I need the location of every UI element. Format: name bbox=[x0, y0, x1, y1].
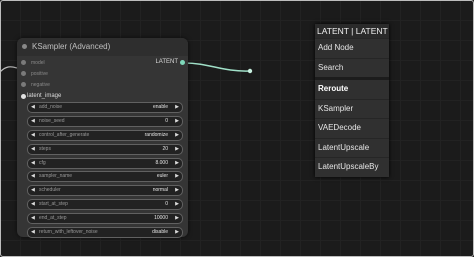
widget-value: euler bbox=[156, 173, 168, 180]
widget-steps[interactable]: ◀ steps 20 ▶ bbox=[27, 143, 183, 155]
widget-value: disable bbox=[152, 229, 168, 236]
widget-name: return_with_leftover_noise bbox=[39, 229, 98, 236]
collapse-dot-icon[interactable] bbox=[22, 44, 27, 49]
slot-label: negative bbox=[31, 82, 50, 88]
widget-value: 0 bbox=[165, 201, 168, 208]
widget-name: cfg bbox=[39, 159, 46, 166]
arrow-right-icon[interactable]: ▶ bbox=[175, 103, 179, 112]
arrow-left-icon[interactable]: ◀ bbox=[31, 228, 35, 237]
widget-scheduler[interactable]: ◀ scheduler normal ▶ bbox=[27, 185, 183, 197]
slot-dot-icon[interactable] bbox=[21, 60, 26, 65]
slot-dot-icon[interactable] bbox=[21, 71, 26, 76]
widget-control-after-generate[interactable]: ◀ control_after_generate randomize ▶ bbox=[27, 129, 183, 141]
menu-item-ksampler[interactable]: KSampler bbox=[315, 98, 389, 118]
arrow-right-icon[interactable]: ▶ bbox=[175, 200, 179, 209]
widget-start-at-step[interactable]: ◀ start_at_step 0 ▶ bbox=[27, 199, 183, 211]
input-wire-stub bbox=[0, 66, 18, 73]
widget-cfg[interactable]: ◀ cfg 8.000 ▶ bbox=[27, 157, 183, 169]
menu-item-search[interactable]: Search bbox=[315, 57, 389, 77]
widget-return-with-leftover-noise[interactable]: ◀ return_with_leftover_noise disable ▶ bbox=[27, 227, 183, 239]
menu-item-latentupscaleby[interactable]: LatentUpscaleBy bbox=[315, 157, 389, 177]
widget-value: 10000 bbox=[154, 215, 168, 222]
widget-name: steps bbox=[39, 145, 51, 152]
slot-label: model bbox=[31, 60, 45, 66]
widget-value: normal bbox=[152, 187, 168, 194]
widget-name: start_at_step bbox=[39, 201, 68, 208]
arrow-left-icon[interactable]: ◀ bbox=[31, 117, 35, 126]
arrow-right-icon[interactable]: ▶ bbox=[175, 117, 179, 126]
menu-item-vaedecode[interactable]: VAEDecode bbox=[315, 118, 389, 138]
arrow-left-icon[interactable]: ◀ bbox=[31, 200, 35, 209]
arrow-right-icon[interactable]: ▶ bbox=[175, 186, 179, 195]
arrow-right-icon[interactable]: ▶ bbox=[175, 131, 179, 140]
arrow-right-icon[interactable]: ▶ bbox=[175, 172, 179, 181]
arrow-left-icon[interactable]: ◀ bbox=[31, 103, 35, 112]
input-slot-positive[interactable]: positive bbox=[21, 71, 48, 77]
arrow-left-icon[interactable]: ◀ bbox=[31, 159, 35, 168]
arrow-left-icon[interactable]: ◀ bbox=[31, 214, 35, 223]
arrow-right-icon[interactable]: ▶ bbox=[175, 214, 179, 223]
slot-label: positive bbox=[31, 71, 48, 77]
output-slot-dot-icon[interactable] bbox=[180, 60, 185, 65]
arrow-left-icon[interactable]: ◀ bbox=[31, 186, 35, 195]
arrow-right-icon[interactable]: ▶ bbox=[175, 159, 179, 168]
node-title: KSampler (Advanced) bbox=[32, 42, 111, 51]
widget-end-at-step[interactable]: ◀ end_at_step 10000 ▶ bbox=[27, 213, 183, 225]
widget-noise-seed[interactable]: ◀ noise_seed 0 ▶ bbox=[27, 115, 183, 127]
widget-value: 0 bbox=[165, 117, 168, 124]
widget-value: enable bbox=[152, 104, 168, 110]
arrow-right-icon[interactable]: ▶ bbox=[175, 228, 179, 237]
widget-name: end_at_step bbox=[39, 215, 67, 222]
arrow-left-icon[interactable]: ◀ bbox=[31, 145, 35, 154]
latent-wire[interactable] bbox=[183, 62, 251, 72]
widget-name: add_noise bbox=[39, 104, 63, 110]
widget-name: scheduler bbox=[39, 187, 61, 194]
widget-name: control_after_generate bbox=[39, 131, 90, 138]
ksampler-advanced-node[interactable]: KSampler (Advanced) model positive negat… bbox=[17, 38, 188, 239]
widget-value: 20 bbox=[162, 145, 168, 152]
input-slot-latent-image[interactable]: latent_image bbox=[21, 93, 62, 99]
arrow-left-icon[interactable]: ◀ bbox=[31, 131, 35, 140]
widget-list: ◀ add_noise enable ▶ ◀ noise_seed 0 ▶ ◀ … bbox=[27, 102, 183, 241]
arrow-right-icon[interactable]: ▶ bbox=[175, 145, 179, 154]
slot-dot-icon[interactable] bbox=[21, 94, 26, 99]
node-title-bar[interactable]: KSampler (Advanced) bbox=[17, 38, 188, 56]
slot-dot-icon[interactable] bbox=[21, 82, 26, 87]
menu-item-add-node[interactable]: Add Node bbox=[315, 38, 389, 58]
wire-end-point[interactable] bbox=[247, 68, 253, 74]
widget-name: noise_seed bbox=[39, 117, 65, 124]
output-label-latent: LATENT bbox=[155, 59, 178, 65]
slot-label: latent_image bbox=[27, 93, 62, 99]
widget-value: randomize bbox=[144, 131, 168, 138]
context-menu: LATENT | LATENT Add Node Search Reroute … bbox=[315, 24, 389, 177]
arrow-left-icon[interactable]: ◀ bbox=[31, 172, 35, 181]
widget-name: sampler_name bbox=[39, 173, 73, 180]
widget-value: 8.000 bbox=[155, 159, 168, 166]
context-menu-header: LATENT | LATENT bbox=[315, 24, 389, 38]
widget-add-noise[interactable]: ◀ add_noise enable ▶ bbox=[27, 102, 183, 113]
menu-item-reroute[interactable]: Reroute bbox=[315, 77, 389, 99]
input-slot-negative[interactable]: negative bbox=[21, 82, 50, 88]
menu-item-latentupscale[interactable]: LatentUpscale bbox=[315, 137, 389, 157]
input-slot-model[interactable]: model bbox=[21, 60, 45, 66]
widget-sampler-name[interactable]: ◀ sampler_name euler ▶ bbox=[27, 171, 183, 183]
